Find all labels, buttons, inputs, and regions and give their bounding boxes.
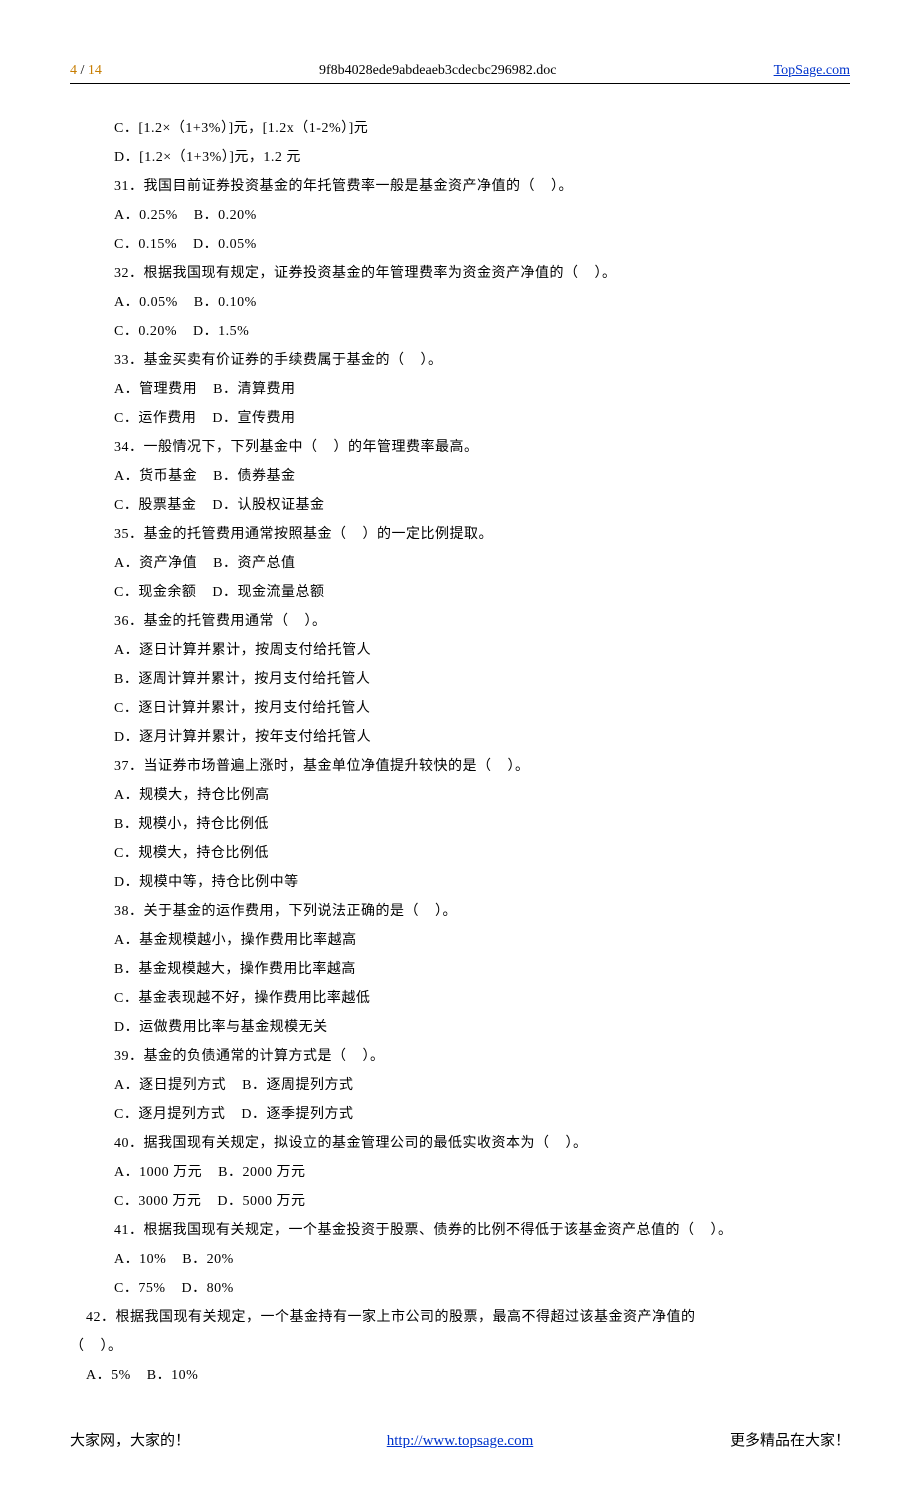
body-line: C．逐月提列方式 D．逐季提列方式 bbox=[114, 1100, 850, 1129]
body-line: A．逐日计算并累计，按周支付给托管人 bbox=[114, 636, 850, 665]
body-line: （ ）。 bbox=[70, 1332, 850, 1361]
page-sep: / bbox=[77, 63, 88, 78]
question-42: 42．根据我国现有关规定，一个基金持有一家上市公司的股票，最高不得超过该基金资产… bbox=[70, 1303, 850, 1390]
body-line: A．10% B．20% bbox=[114, 1245, 850, 1274]
header-site-link[interactable]: TopSage.com bbox=[774, 60, 850, 81]
body-line: 40．据我国现有关规定，拟设立的基金管理公司的最低实收资本为（ ）。 bbox=[114, 1129, 850, 1158]
footer-link[interactable]: http://www.topsage.com bbox=[387, 1430, 534, 1453]
footer-left: 大家网，大家的！ bbox=[70, 1430, 190, 1453]
body-line: D．逐月计算并累计，按年支付给托管人 bbox=[114, 723, 850, 752]
body-line: C．股票基金 D．认股权证基金 bbox=[114, 491, 850, 520]
body-line: C．运作费用 D．宣传费用 bbox=[114, 404, 850, 433]
body-line: A．5% B．10% bbox=[70, 1361, 850, 1390]
body-line: D．[1.2×（1+3%）]元，1.2 元 bbox=[114, 143, 850, 172]
body-line: B．逐周计算并累计，按月支付给托管人 bbox=[114, 665, 850, 694]
body-line: A．规模大，持仓比例高 bbox=[114, 781, 850, 810]
body-line: C．[1.2×（1+3%）]元，[1.2x（1-2%）]元 bbox=[114, 114, 850, 143]
body-line: 35．基金的托管费用通常按照基金（ ）的一定比例提取。 bbox=[114, 520, 850, 549]
body-line: 41．根据我国现有关规定，一个基金投资于股票、债券的比例不得低于该基金资产总值的… bbox=[114, 1216, 850, 1245]
body-line: C．0.20% D．1.5% bbox=[114, 317, 850, 346]
document-body: C．[1.2×（1+3%）]元，[1.2x（1-2%）]元 D．[1.2×（1+… bbox=[70, 114, 850, 1390]
body-line: A．管理费用 B．清算费用 bbox=[114, 375, 850, 404]
body-line: C．现金余额 D．现金流量总额 bbox=[114, 578, 850, 607]
body-line: 34．一般情况下，下列基金中（ ）的年管理费率最高。 bbox=[114, 433, 850, 462]
body-line: 37．当证券市场普遍上涨时，基金单位净值提升较快的是（ ）。 bbox=[114, 752, 850, 781]
body-line: A．0.25% B．0.20% bbox=[114, 201, 850, 230]
body-line: 39．基金的负债通常的计算方式是（ ）。 bbox=[114, 1042, 850, 1071]
body-line: A．资产净值 B．资产总值 bbox=[114, 549, 850, 578]
body-line: C．规模大，持仓比例低 bbox=[114, 839, 850, 868]
page-footer: 大家网，大家的！ http://www.topsage.com 更多精品在大家！ bbox=[70, 1430, 850, 1453]
body-line: B．规模小，持仓比例低 bbox=[114, 810, 850, 839]
body-line: C．逐日计算并累计，按月支付给托管人 bbox=[114, 694, 850, 723]
body-line: A．1000 万元 B．2000 万元 bbox=[114, 1158, 850, 1187]
body-line: 38．关于基金的运作费用，下列说法正确的是（ ）。 bbox=[114, 897, 850, 926]
body-line: 31．我国目前证券投资基金的年托管费率一般是基金资产净值的（ ）。 bbox=[114, 172, 850, 201]
body-line: A．货币基金 B．债券基金 bbox=[114, 462, 850, 491]
body-line: 36．基金的托管费用通常（ ）。 bbox=[114, 607, 850, 636]
header-filename: 9f8b4028ede9abdeaeb3cdecbc296982.doc bbox=[102, 60, 774, 81]
footer-right: 更多精品在大家！ bbox=[730, 1430, 850, 1453]
body-line: 32．根据我国现有规定，证券投资基金的年管理费率为资金资产净值的（ ）。 bbox=[114, 259, 850, 288]
page-current: 4 bbox=[70, 63, 77, 78]
body-line: A．0.05% B．0.10% bbox=[114, 288, 850, 317]
body-line: D．规模中等，持仓比例中等 bbox=[114, 868, 850, 897]
body-line: C．3000 万元 D．5000 万元 bbox=[114, 1187, 850, 1216]
body-line: A．逐日提列方式 B．逐周提列方式 bbox=[114, 1071, 850, 1100]
body-line: C．0.15% D．0.05% bbox=[114, 230, 850, 259]
page-number: 4 / 14 bbox=[70, 60, 102, 81]
page-header: 4 / 14 9f8b4028ede9abdeaeb3cdecbc296982.… bbox=[70, 60, 850, 84]
body-line: 42．根据我国现有关规定，一个基金持有一家上市公司的股票，最高不得超过该基金资产… bbox=[70, 1303, 850, 1332]
document-page: 4 / 14 9f8b4028ede9abdeaeb3cdecbc296982.… bbox=[0, 0, 920, 1493]
body-line: C．基金表现越不好，操作费用比率越低 bbox=[114, 984, 850, 1013]
body-line: C．75% D．80% bbox=[114, 1274, 850, 1303]
body-line: B．基金规模越大，操作费用比率越高 bbox=[114, 955, 850, 984]
body-line: A．基金规模越小，操作费用比率越高 bbox=[114, 926, 850, 955]
page-total: 14 bbox=[88, 63, 102, 78]
body-line: 33．基金买卖有价证券的手续费属于基金的（ ）。 bbox=[114, 346, 850, 375]
body-line: D．运做费用比率与基金规模无关 bbox=[114, 1013, 850, 1042]
